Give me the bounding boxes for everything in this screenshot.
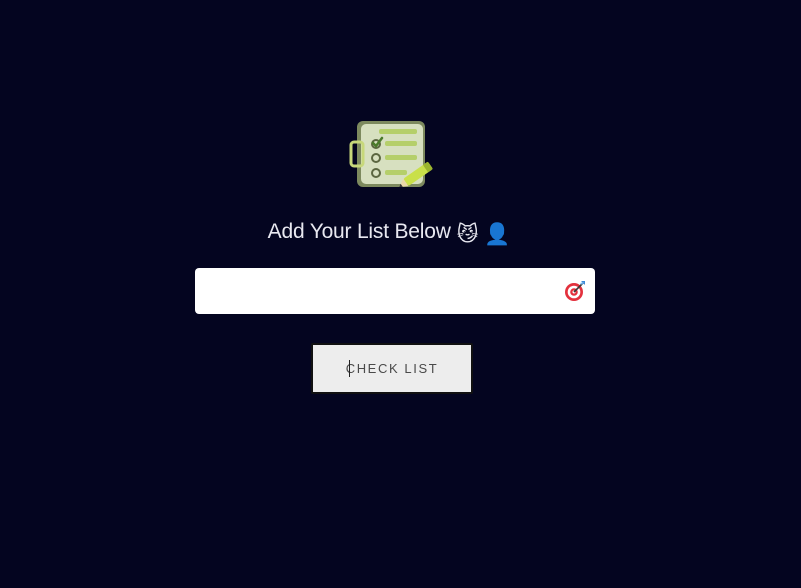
cat-face-icon: 😼 <box>456 223 479 246</box>
page-title-text: Add Your List Below <box>267 220 451 243</box>
list-input[interactable] <box>195 268 555 314</box>
app-page: Add Your List Below 😼 👤 CHECK LIST <box>0 0 801 588</box>
target-dart-icon <box>565 281 585 301</box>
user-silhouette-icon: 👤 <box>484 223 511 246</box>
text-cursor <box>349 360 350 377</box>
checklist-clipboard-icon <box>349 121 433 188</box>
list-input-container <box>195 268 595 314</box>
check-list-button[interactable]: CHECK LIST <box>311 343 473 394</box>
page-title: Add Your List Below 😼 👤 <box>0 220 778 247</box>
